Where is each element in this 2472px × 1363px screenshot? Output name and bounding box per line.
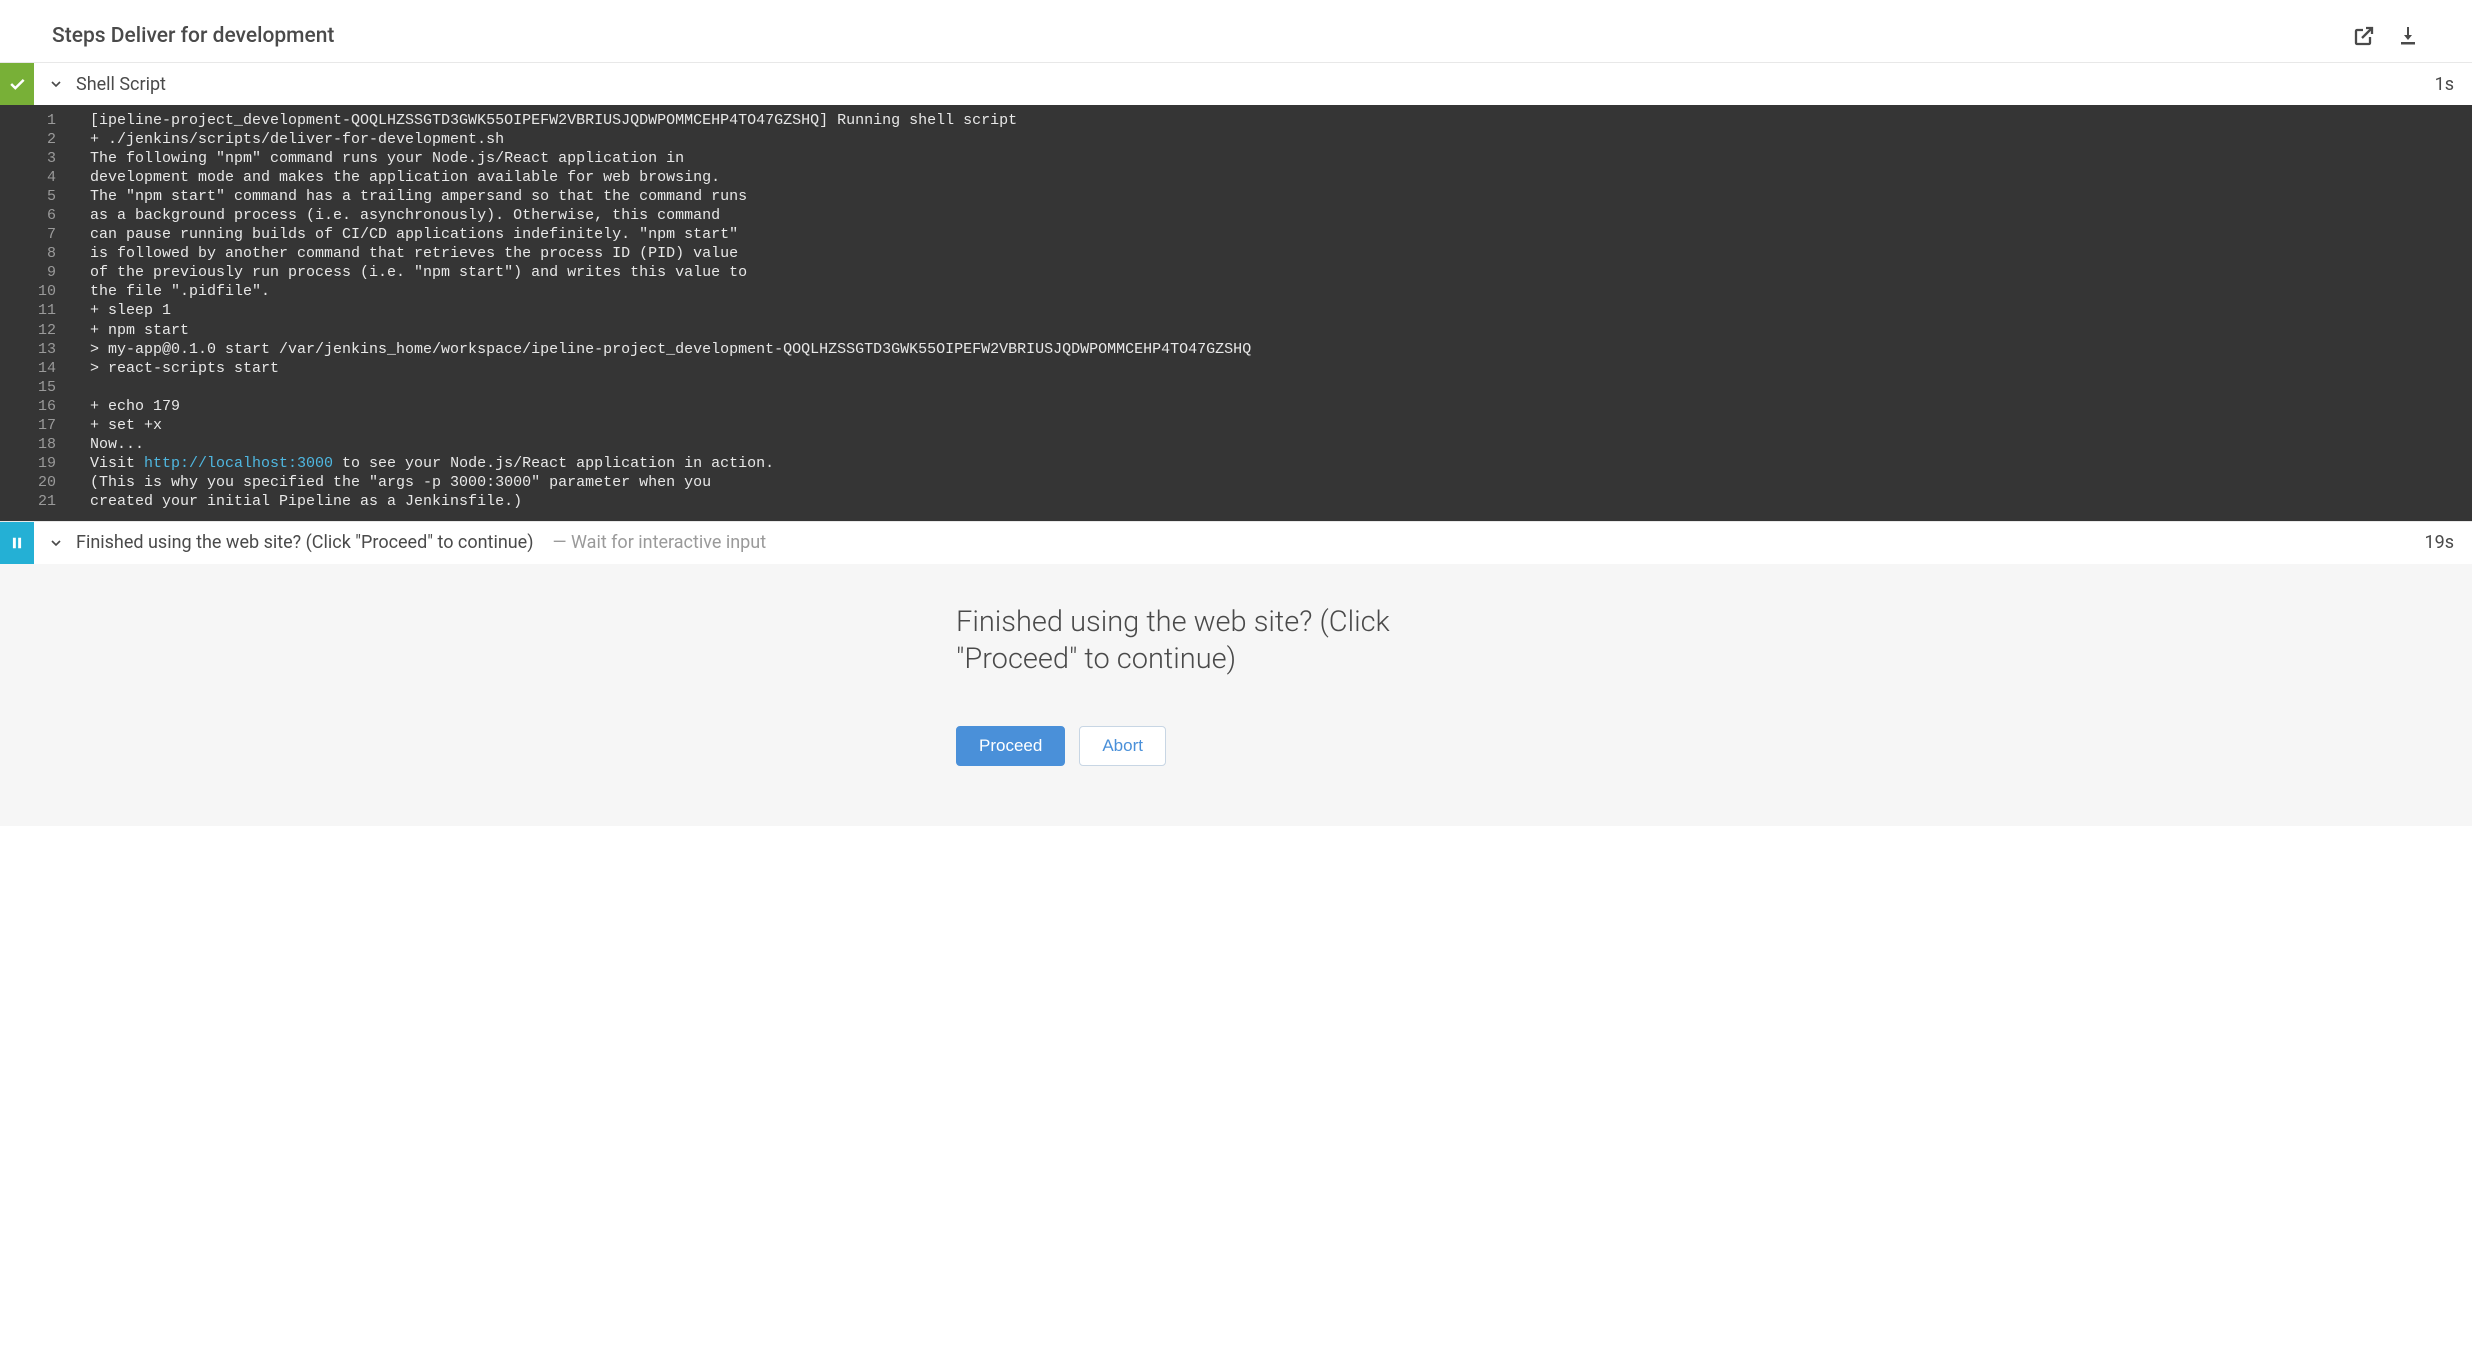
log-line-number: 4 xyxy=(0,168,90,187)
log-line-text: + sleep 1 xyxy=(90,301,171,320)
log-line-number: 12 xyxy=(0,321,90,340)
log-line: 17+ set +x xyxy=(0,416,2472,435)
log-line-text: the file ".pidfile". xyxy=(90,282,270,301)
log-line-text: Now... xyxy=(90,435,144,454)
log-line: 15 xyxy=(0,378,2472,397)
page-title: Steps Deliver for development xyxy=(52,24,334,48)
log-line: 18Now... xyxy=(0,435,2472,454)
log-line-number: 19 xyxy=(0,454,90,473)
log-line-text: + npm start xyxy=(90,321,189,340)
log-line-text: Visit http://localhost:3000 to see your … xyxy=(90,454,774,473)
log-line-number: 5 xyxy=(0,187,90,206)
status-paused-icon xyxy=(0,522,34,564)
step-row-input[interactable]: Finished using the web site? (Click "Pro… xyxy=(0,521,2472,564)
log-line-text: The "npm start" command has a trailing a… xyxy=(90,187,747,206)
log-line: 11+ sleep 1 xyxy=(0,301,2472,320)
log-line: 20(This is why you specified the "args -… xyxy=(0,473,2472,492)
step-subtitle: — Wait for interactive input xyxy=(544,532,767,553)
log-output: 1[ipeline-project_development-QOQLHZSSGT… xyxy=(0,105,2472,521)
input-message: Finished using the web site? (Click "Pro… xyxy=(956,604,1516,678)
log-line-text: + ./jenkins/scripts/deliver-for-developm… xyxy=(90,130,504,149)
log-line-number: 21 xyxy=(0,492,90,511)
log-line-text: development mode and makes the applicati… xyxy=(90,168,720,187)
log-line: 19Visit http://localhost:3000 to see you… xyxy=(0,454,2472,473)
log-line-number: 3 xyxy=(0,149,90,168)
log-line-text: as a background process (i.e. asynchrono… xyxy=(90,206,720,225)
step-row-shell-script[interactable]: Shell Script 1s xyxy=(0,62,2472,105)
log-line: 8is followed by another command that ret… xyxy=(0,244,2472,263)
title-stage: Deliver for development xyxy=(111,24,335,48)
log-line-text: can pause running builds of CI/CD applic… xyxy=(90,225,738,244)
abort-button[interactable]: Abort xyxy=(1079,726,1166,766)
log-line: 6as a background process (i.e. asynchron… xyxy=(0,206,2472,225)
log-line: 1[ipeline-project_development-QOQLHZSSGT… xyxy=(0,111,2472,130)
log-line: 14> react-scripts start xyxy=(0,359,2472,378)
steps-header: Steps Deliver for development xyxy=(0,0,2472,62)
log-line-number: 16 xyxy=(0,397,90,416)
log-line-number: 14 xyxy=(0,359,90,378)
log-line-text: created your initial Pipeline as a Jenki… xyxy=(90,492,522,511)
log-line-text: + echo 179 xyxy=(90,397,180,416)
step-duration: 19s xyxy=(2406,522,2472,564)
log-line-number: 18 xyxy=(0,435,90,454)
open-in-new-icon[interactable] xyxy=(2352,24,2376,48)
log-line-text: The following "npm" command runs your No… xyxy=(90,149,684,168)
status-success-icon xyxy=(0,63,34,105)
step-title: Finished using the web site? (Click "Pro… xyxy=(76,532,534,553)
log-line-number: 20 xyxy=(0,473,90,492)
log-line-number: 8 xyxy=(0,244,90,263)
log-line-number: 6 xyxy=(0,206,90,225)
log-line: 13> my-app@0.1.0 start /var/jenkins_home… xyxy=(0,340,2472,359)
title-prefix: Steps xyxy=(52,24,111,48)
step-title: Shell Script xyxy=(76,74,166,95)
step-duration: 1s xyxy=(2417,63,2472,105)
log-line: 3The following "npm" command runs your N… xyxy=(0,149,2472,168)
log-line: 4development mode and makes the applicat… xyxy=(0,168,2472,187)
log-line: 21created your initial Pipeline as a Jen… xyxy=(0,492,2472,511)
input-panel: Finished using the web site? (Click "Pro… xyxy=(0,564,2472,826)
log-line-number: 11 xyxy=(0,301,90,320)
log-line: 16+ echo 179 xyxy=(0,397,2472,416)
proceed-button[interactable]: Proceed xyxy=(956,726,1065,766)
log-line: 9of the previously run process (i.e. "np… xyxy=(0,263,2472,282)
log-line: 10the file ".pidfile". xyxy=(0,282,2472,301)
log-link[interactable]: http://localhost:3000 xyxy=(144,455,333,472)
log-line-number: 17 xyxy=(0,416,90,435)
log-line-text: [ipeline-project_development-QOQLHZSSGTD… xyxy=(90,111,1017,130)
log-line-number: 13 xyxy=(0,340,90,359)
download-icon[interactable] xyxy=(2396,24,2420,48)
log-line-number: 1 xyxy=(0,111,90,130)
chevron-down-icon xyxy=(48,535,64,551)
log-line-text: > my-app@0.1.0 start /var/jenkins_home/w… xyxy=(90,340,1251,359)
log-line: 5The "npm start" command has a trailing … xyxy=(0,187,2472,206)
chevron-down-icon xyxy=(48,76,64,92)
log-line-number: 9 xyxy=(0,263,90,282)
log-line: 7can pause running builds of CI/CD appli… xyxy=(0,225,2472,244)
log-line-text: (This is why you specified the "args -p … xyxy=(90,473,711,492)
log-line-number: 15 xyxy=(0,378,90,397)
log-line-text: + set +x xyxy=(90,416,162,435)
log-line-number: 10 xyxy=(0,282,90,301)
log-line-number: 2 xyxy=(0,130,90,149)
log-line-text: is followed by another command that retr… xyxy=(90,244,738,263)
log-line: 12+ npm start xyxy=(0,321,2472,340)
log-line-text: > react-scripts start xyxy=(90,359,279,378)
log-line: 2+ ./jenkins/scripts/deliver-for-develop… xyxy=(0,130,2472,149)
log-line-number: 7 xyxy=(0,225,90,244)
log-line-text: of the previously run process (i.e. "npm… xyxy=(90,263,747,282)
